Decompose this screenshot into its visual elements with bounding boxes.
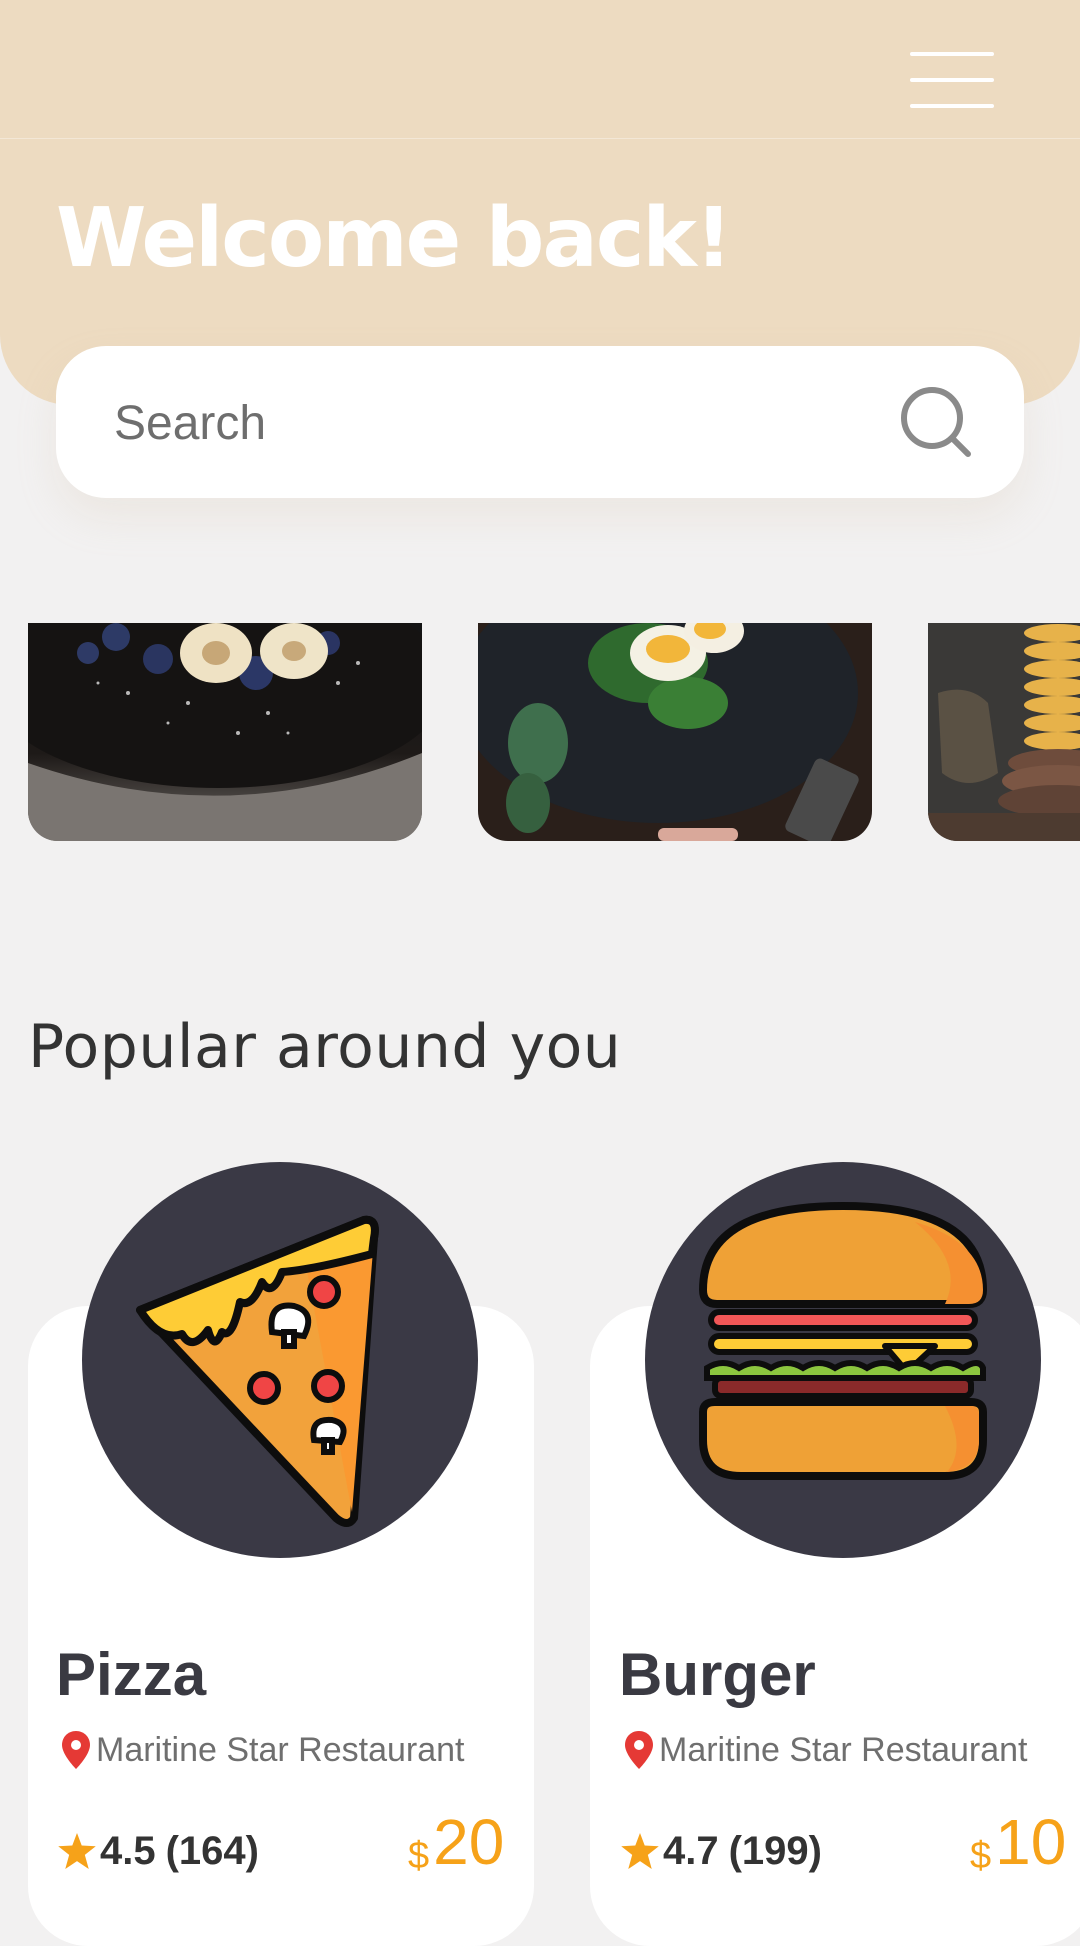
section-title-popular: Popular around you xyxy=(28,1012,622,1082)
restaurant-pizza: Maritine Star Restaurant xyxy=(62,1728,465,1772)
price-pizza: $20 xyxy=(408,1810,504,1875)
review-count: (199) xyxy=(728,1828,822,1873)
carousel-item-salad[interactable] xyxy=(478,623,872,841)
search-icon[interactable] xyxy=(898,384,974,460)
welcome-title: Welcome back! xyxy=(56,191,732,286)
pizza-slice-icon xyxy=(82,1162,478,1558)
restaurant-burger: Maritine Star Restaurant xyxy=(625,1728,1028,1772)
hamburger-menu-icon[interactable] xyxy=(900,40,1000,120)
header-divider xyxy=(0,138,1080,139)
rating-value: 4.7 xyxy=(663,1828,719,1873)
carousel-item-dessert[interactable] xyxy=(28,623,422,841)
star-icon xyxy=(621,1833,659,1869)
restaurant-name: Maritine Star Restaurant xyxy=(96,1730,465,1769)
price-value: 10 xyxy=(995,1806,1067,1878)
carousel-item-pancakes[interactable] xyxy=(928,623,1080,841)
rating-pizza: 4.5 (164) xyxy=(58,1826,259,1876)
food-name-pizza: Pizza xyxy=(56,1641,207,1708)
rating-burger: 4.7 (199) xyxy=(621,1826,822,1876)
review-count: (164) xyxy=(165,1828,259,1873)
star-icon xyxy=(58,1833,96,1869)
search-input[interactable] xyxy=(112,386,876,460)
location-pin-icon xyxy=(625,1731,653,1769)
burger-icon xyxy=(645,1162,1041,1558)
currency-symbol: $ xyxy=(970,1835,992,1877)
currency-symbol: $ xyxy=(408,1835,430,1877)
rating-value: 4.5 xyxy=(100,1828,156,1873)
search-bar[interactable] xyxy=(56,346,1024,498)
restaurant-name: Maritine Star Restaurant xyxy=(659,1730,1028,1769)
food-name-burger: Burger xyxy=(619,1641,816,1708)
price-value: 20 xyxy=(433,1806,505,1878)
location-pin-icon xyxy=(62,1731,90,1769)
price-burger: $10 xyxy=(970,1810,1066,1875)
